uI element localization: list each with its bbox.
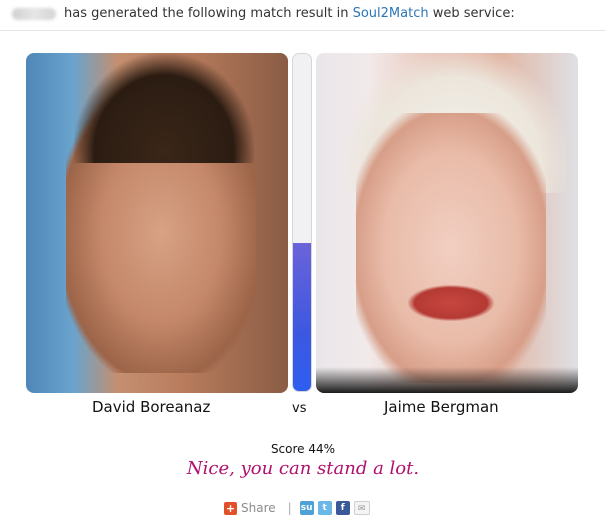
verdict-text: Nice, you can stand a lot. (186, 458, 420, 479)
left-person-name: David Boreanaz (92, 398, 211, 416)
blurred-username (12, 8, 56, 20)
match-meter-fill (293, 242, 311, 391)
right-person-name: Jaime Bergman (384, 398, 499, 416)
right-lips-shape (408, 285, 494, 321)
stumbleupon-icon[interactable]: su (299, 501, 314, 515)
match-meter (292, 53, 312, 392)
score-label: Score 44% (270, 442, 336, 456)
right-person-photo (316, 53, 578, 393)
share-bar: + Share | su t f ✉ (224, 500, 370, 516)
header-text-after: web service: (432, 6, 515, 21)
share-separator: | (287, 501, 292, 515)
right-face-shape (356, 113, 546, 383)
share-button[interactable]: Share (241, 501, 276, 515)
email-icon[interactable]: ✉ (353, 501, 370, 515)
twitter-icon[interactable]: t (317, 501, 332, 515)
brand-link[interactable]: Soul2Match (353, 6, 429, 21)
vs-label: vs (292, 401, 307, 416)
share-plus-icon[interactable]: + (224, 501, 237, 515)
facebook-icon[interactable]: f (335, 501, 350, 515)
left-hair-shape (74, 53, 254, 163)
left-person-photo (26, 53, 288, 393)
header-bar: has generated the following match result… (0, 0, 606, 31)
header-text-before: has generated the following match result… (64, 6, 349, 21)
right-shoulder-shape (316, 367, 578, 393)
header-text: has generated the following match result… (64, 6, 515, 21)
